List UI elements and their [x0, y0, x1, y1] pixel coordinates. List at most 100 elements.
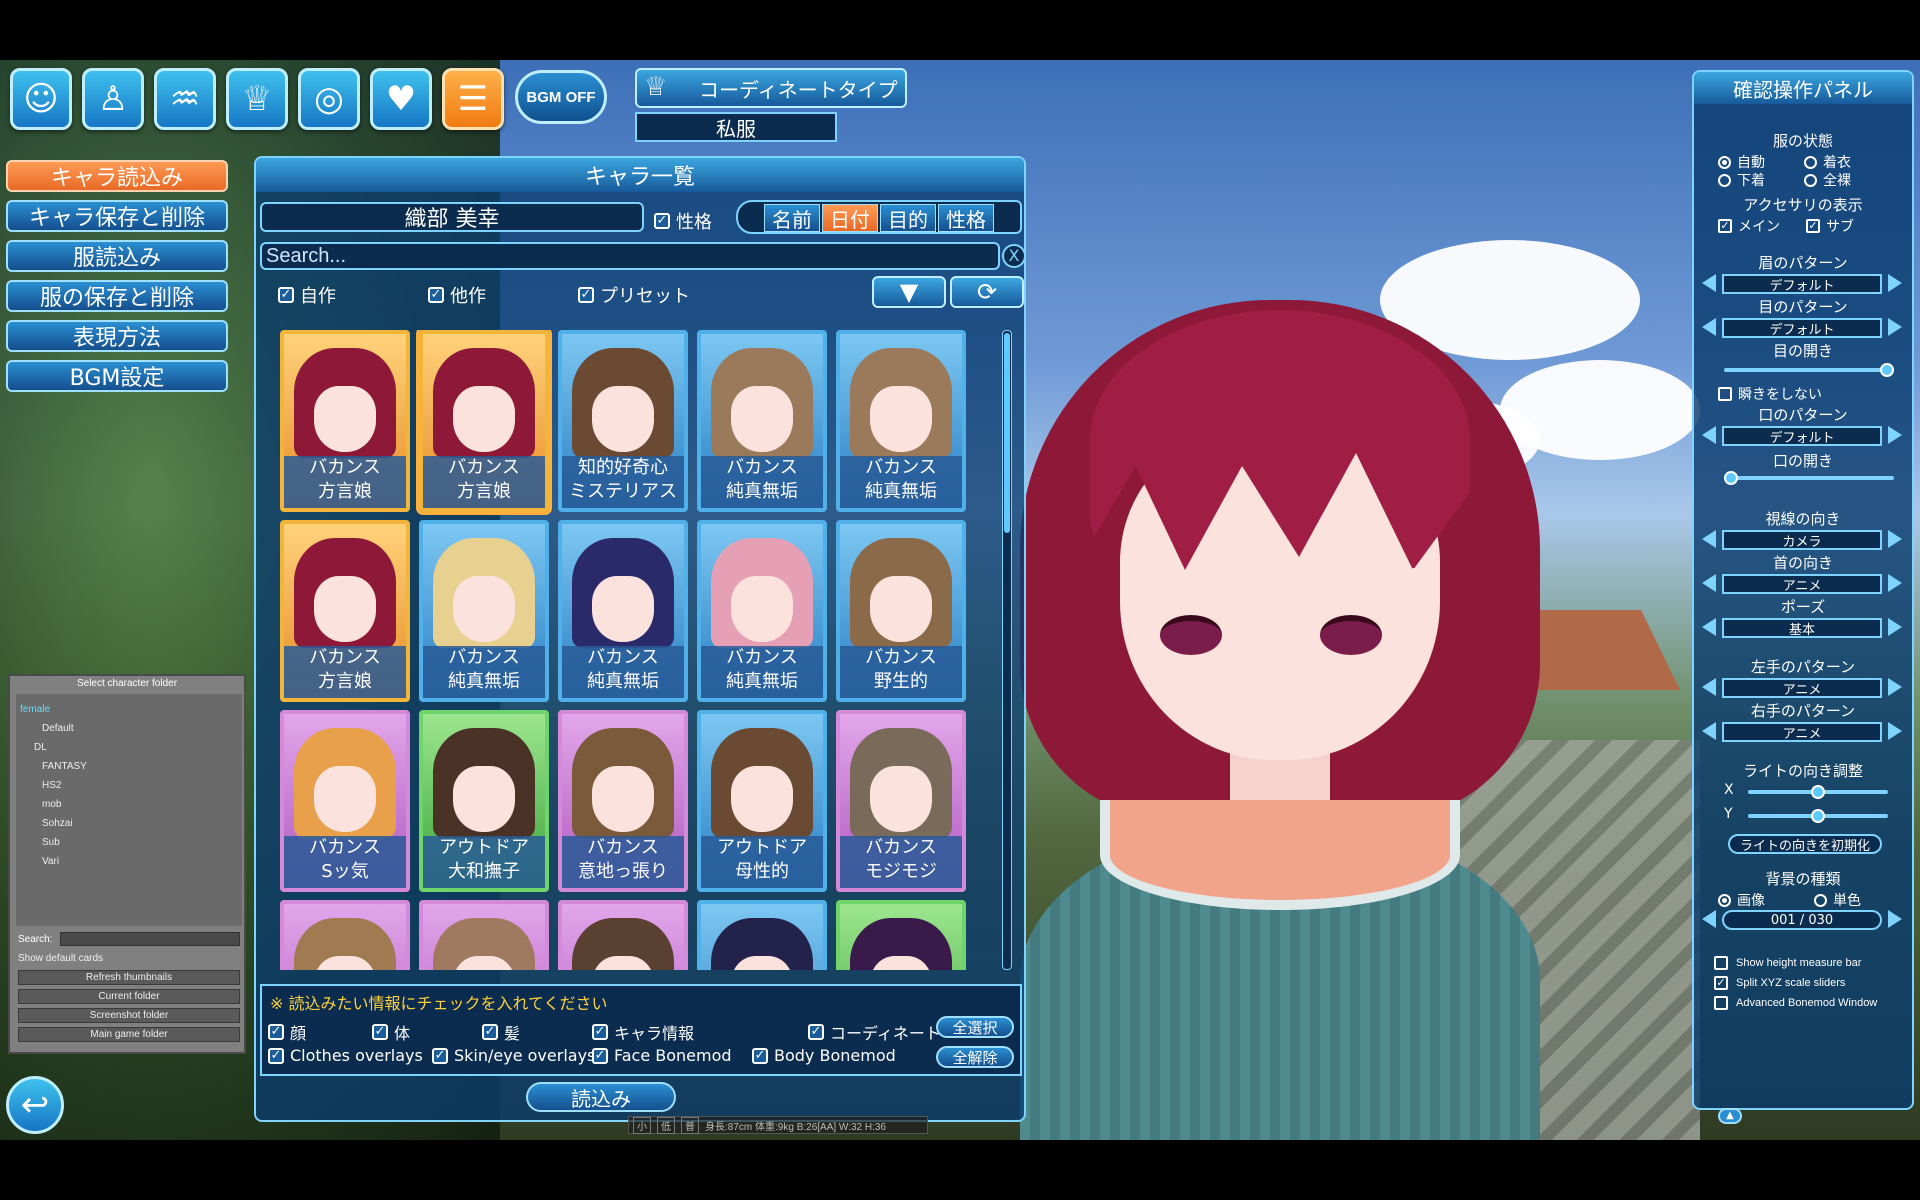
character-card[interactable]: バカンス 野生的	[836, 520, 966, 702]
load-option-checkbox[interactable]: ✓ Body Bonemod	[752, 1046, 896, 1065]
menu-list-tab-button[interactable]: ☰	[442, 68, 504, 130]
pose-next-arrow-icon[interactable]	[1888, 618, 1902, 636]
gaze-next-arrow-icon[interactable]	[1888, 530, 1902, 548]
left-menu-item[interactable]: 服読込み	[6, 240, 228, 272]
slider-knob[interactable]	[1811, 785, 1825, 799]
deselect-all-button[interactable]: 全解除	[936, 1046, 1014, 1068]
body-tab-button[interactable]: ♙	[82, 68, 144, 130]
face-tab-button[interactable]: ☺	[10, 68, 72, 130]
rhand-next-arrow-icon[interactable]	[1888, 722, 1902, 740]
load-option-checkbox[interactable]: ✓ 髪	[482, 1020, 520, 1044]
character-card[interactable]: バカンス 意地っ張り	[558, 710, 688, 892]
sort-tab-button[interactable]: 目的	[880, 204, 936, 232]
light-y-slider[interactable]	[1748, 809, 1888, 823]
extra-option-checkbox[interactable]: Advanced Bonemod Window	[1714, 996, 1877, 1010]
clothes-state-radio[interactable]: 着衣	[1804, 152, 1851, 172]
character-card[interactable]: バカンス 方言娘	[280, 520, 410, 702]
select-all-button[interactable]: 全選択	[936, 1016, 1014, 1038]
back-arrow-button[interactable]: ↩	[6, 1076, 64, 1134]
background-type-radio[interactable]: 画像	[1718, 890, 1765, 910]
no-blink-toggle[interactable]: 瞬きをしない	[1718, 384, 1822, 404]
load-option-checkbox[interactable]: ✓ コーディネート	[808, 1020, 941, 1044]
load-option-checkbox[interactable]: ✓ Clothes overlays	[268, 1046, 423, 1065]
character-card[interactable]: バカンス 方言娘	[419, 330, 549, 512]
character-preview[interactable]	[1020, 240, 1540, 1140]
character-card[interactable]: バカンス 純真無垢	[697, 520, 827, 702]
character-card[interactable]: アウトドア 大和撫子	[419, 710, 549, 892]
folder-tree-item[interactable]: Vari	[42, 856, 59, 867]
show-default-cards-toggle[interactable]: Show default cards	[18, 952, 240, 967]
character-card[interactable]	[558, 900, 688, 970]
folder-tree-item[interactable]: Default	[42, 723, 74, 734]
folder-action-button[interactable]: Current folder	[18, 989, 240, 1004]
mouth-prev-arrow-icon[interactable]	[1702, 426, 1716, 444]
load-option-checkbox[interactable]: ✓ 顔	[268, 1020, 306, 1044]
scrollbar-thumb[interactable]	[1004, 333, 1010, 533]
folder-tree-item[interactable]: FANTASY	[42, 761, 87, 772]
pose-prev-arrow-icon[interactable]	[1702, 618, 1716, 636]
character-card[interactable]	[419, 900, 549, 970]
load-character-button[interactable]: 読込み	[526, 1082, 676, 1112]
slider-knob[interactable]	[1880, 363, 1894, 377]
hair-tab-button[interactable]: ♒	[154, 68, 216, 130]
load-option-checkbox[interactable]: ✓ Skin/eye overlays	[432, 1046, 595, 1065]
neck-next-arrow-icon[interactable]	[1888, 574, 1902, 592]
accessory-ring-tab-button[interactable]: ◎	[298, 68, 360, 130]
slider-knob[interactable]	[1724, 471, 1738, 485]
reset-light-button[interactable]: ライトの向きを初期化	[1728, 834, 1882, 854]
filter-dropdown-button[interactable]: ▼	[872, 276, 946, 308]
folder-tree-item[interactable]: female	[20, 704, 50, 715]
rhand-prev-arrow-icon[interactable]	[1702, 722, 1716, 740]
filter-checkbox[interactable]: ✓ プリセット	[578, 282, 690, 308]
folder-tree-item[interactable]: Sub	[42, 837, 60, 848]
character-card[interactable]	[697, 900, 827, 970]
character-card[interactable]: バカンス Sッ気	[280, 710, 410, 892]
left-menu-item[interactable]: キャラ読込み	[6, 160, 228, 192]
personality-toggle[interactable]: ✓ 性格	[654, 208, 712, 234]
folder-action-button[interactable]: Refresh thumbnails	[18, 970, 240, 985]
mouth-open-slider[interactable]	[1724, 471, 1894, 485]
load-option-checkbox[interactable]: ✓ キャラ情報	[592, 1020, 694, 1044]
sort-tab-button[interactable]: 性格	[938, 204, 994, 232]
background-type-radio[interactable]: 単色	[1814, 890, 1861, 910]
load-option-checkbox[interactable]: ✓ Face Bonemod	[592, 1046, 732, 1065]
bgm-toggle-button[interactable]: BGM OFF	[515, 70, 607, 124]
panel-scroll-up-button[interactable]: ▲	[1718, 1108, 1742, 1124]
folder-tree-item[interactable]: DL	[34, 742, 47, 753]
character-card[interactable]: アウトドア 母性的	[697, 710, 827, 892]
eye-open-slider[interactable]	[1724, 363, 1894, 377]
extra-option-checkbox[interactable]: Show height measure bar	[1714, 956, 1861, 970]
background-prev-arrow-icon[interactable]	[1702, 910, 1716, 928]
clear-search-button[interactable]: X	[1002, 244, 1026, 268]
folder-search-input[interactable]	[60, 932, 240, 946]
character-card[interactable]	[280, 900, 410, 970]
character-card[interactable]	[836, 900, 966, 970]
filter-checkbox[interactable]: ✓ 自作	[278, 282, 336, 308]
size-button[interactable]: 普	[681, 1116, 699, 1134]
mouth-next-arrow-icon[interactable]	[1888, 426, 1902, 444]
folder-action-button[interactable]: Main game folder	[18, 1027, 240, 1042]
left-menu-item[interactable]: BGM設定	[6, 360, 228, 392]
folder-tree-item[interactable]: mob	[42, 799, 61, 810]
light-x-slider[interactable]	[1748, 785, 1888, 799]
folder-tree-item[interactable]: Sohzai	[42, 818, 73, 829]
lhand-next-arrow-icon[interactable]	[1888, 678, 1902, 696]
filter-checkbox[interactable]: ✓ 他作	[428, 282, 486, 308]
size-button[interactable]: 低	[657, 1116, 675, 1134]
folder-tree-item[interactable]: HS2	[42, 780, 61, 791]
accessory-checkbox[interactable]: ✓ サブ	[1806, 216, 1854, 236]
character-card[interactable]: バカンス 純真無垢	[697, 330, 827, 512]
eye-prev-arrow-icon[interactable]	[1702, 318, 1716, 336]
character-card[interactable]: バカンス 純真無垢	[836, 330, 966, 512]
clothes-state-radio[interactable]: 自動	[1718, 152, 1765, 172]
coordinate-type-selector[interactable]: 私服	[635, 112, 837, 142]
sort-tab-button[interactable]: 日付	[822, 204, 878, 232]
left-menu-item[interactable]: 表現方法	[6, 320, 228, 352]
sort-tab-button[interactable]: 名前	[764, 204, 820, 232]
character-card[interactable]: バカンス 純真無垢	[558, 520, 688, 702]
load-option-checkbox[interactable]: ✓ 体	[372, 1020, 410, 1044]
heart-tab-button[interactable]: ♥	[370, 68, 432, 130]
clothes-state-radio[interactable]: 全裸	[1804, 170, 1851, 190]
slider-knob[interactable]	[1811, 809, 1825, 823]
background-next-arrow-icon[interactable]	[1888, 910, 1902, 928]
